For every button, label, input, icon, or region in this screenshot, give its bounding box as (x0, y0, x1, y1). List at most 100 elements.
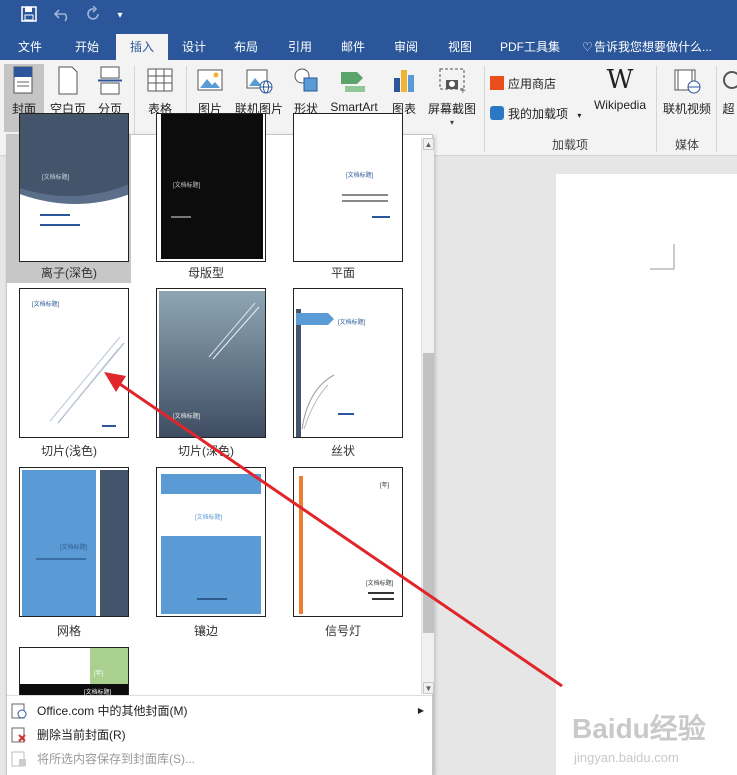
gallery-footer-menu: Office.com 中的其他封面(M) ▶ 删除当前封面(R) 将所选内容保存… (7, 695, 432, 775)
tab-review[interactable]: 审阅 (382, 34, 430, 60)
cover-thumbnail: [文档标题] (19, 288, 129, 438)
cover-caption: 信号灯 (324, 624, 361, 638)
lightbulb-icon: ♡ (582, 40, 593, 54)
tab-design[interactable]: 设计 (170, 34, 218, 60)
margin-corner-mark (650, 244, 675, 270)
cover-caption: 网格 (56, 624, 81, 638)
baidu-watermark: Baidu经验 jingyan.baidu.com (568, 700, 728, 770)
cover-item-partial[interactable]: [年] [文档标题] (7, 645, 131, 695)
tab-mailings[interactable]: 邮件 (328, 34, 378, 60)
customize-qat-icon[interactable]: ▾ (112, 6, 128, 26)
save-to-cover-gallery-item[interactable]: 将所选内容保存到封面库(S)... (7, 748, 432, 770)
wikipedia-button[interactable]: W Wikipedia (588, 64, 652, 132)
screenshot-button[interactable]: + 屏幕截图 ▾ (424, 64, 480, 132)
cover-thumbnail: [年] [文档标题] (19, 647, 129, 695)
tell-me-box[interactable]: ♡告诉我您想要做什么... (582, 34, 732, 60)
redo-icon[interactable] (82, 5, 104, 26)
more-label: 超 (722, 102, 735, 116)
undo-icon[interactable] (50, 6, 76, 26)
cover-thumbnail: [文档标题] (293, 113, 403, 262)
svg-text:+: + (460, 86, 466, 96)
cover-thumbnail-year: [年] (94, 671, 104, 677)
office-globe-icon (11, 703, 27, 719)
cover-thumbnail-title: [文档标题] (173, 183, 201, 189)
cover-page-icon (13, 66, 33, 94)
more-button[interactable]: 超 (720, 64, 737, 132)
tab-layout[interactable]: 布局 (222, 34, 270, 60)
group-label-addins: 加载项 (551, 138, 588, 152)
store-button[interactable]: 应用商店 (490, 74, 556, 94)
tab-references[interactable]: 引用 (276, 34, 324, 60)
remove-cover-icon (11, 727, 26, 743)
online-video-button[interactable]: 联机视频 (660, 64, 714, 132)
tab-file[interactable]: 文件 (8, 34, 52, 60)
office-com-more-covers-label: Office.com 中的其他封面(M) (37, 704, 188, 718)
wikipedia-label: Wikipedia (593, 98, 647, 112)
wikipedia-icon: W (606, 65, 634, 95)
cover-page-gallery: [文档标题] 离子(深色) [文档标题] 母版型 [文档标题] 平面 [文档标题… (6, 113, 434, 775)
chevron-down-icon: ▾ (577, 111, 582, 120)
chevron-down-icon: ▾ (449, 118, 454, 127)
smartart-icon (341, 72, 365, 92)
tab-pdf-tools[interactable]: PDF工具集 (490, 34, 570, 60)
cover-item-flat[interactable]: [文档标题] 平面 (281, 113, 405, 283)
group-label-media: 媒体 (674, 138, 699, 152)
watermark-brand: Baidu经验 (572, 712, 706, 744)
online-picture-icon (246, 69, 273, 94)
smartart-label: SmartArt (330, 100, 378, 114)
cover-caption: 母版型 (187, 266, 224, 280)
title-bar: ▾ (0, 0, 737, 34)
chevron-right-icon: ▶ (417, 706, 424, 715)
cover-thumbnail: [文档标题] (19, 113, 129, 262)
chart-icon (394, 70, 414, 92)
cover-thumbnail-title: [文档标题] (32, 302, 60, 308)
scrollbar-thumb[interactable] (423, 353, 434, 633)
cover-caption: 丝状 (330, 444, 355, 458)
my-addins-button[interactable]: 我的加载项 ▾ (490, 104, 581, 124)
cover-item-banded[interactable]: [文档标题] 镶边 (144, 465, 268, 640)
cover-caption: 离子(深色) (41, 266, 97, 280)
screenshot-label: 屏幕截图 (427, 102, 476, 116)
gallery-scrollbar[interactable]: ▲ ▼ (421, 138, 434, 694)
link-icon (723, 71, 737, 89)
cover-thumbnail-year: [年] (380, 483, 390, 489)
cover-caption: 切片(浅色) (41, 444, 97, 458)
online-video-icon (674, 69, 701, 94)
scroll-down-icon[interactable]: ▼ (423, 682, 434, 694)
ribbon-divider (656, 66, 657, 152)
remove-current-cover-label: 删除当前封面(R) (37, 728, 126, 742)
tab-home[interactable]: 开始 (62, 34, 112, 60)
remove-current-cover-item[interactable]: 删除当前封面(R) (7, 724, 432, 746)
cover-thumbnail-title: [文档标题] (60, 545, 88, 551)
cover-thumbnail: [文档标题] (156, 288, 266, 438)
cover-thumbnail-title: [文档标题] (338, 320, 366, 326)
save-icon[interactable] (18, 6, 40, 26)
cover-item-ion-dark[interactable]: [文档标题] 离子(深色) (7, 113, 131, 283)
cover-item-semaphore[interactable]: [年] [文档标题] 信号灯 (281, 465, 405, 640)
cover-thumbnail-title: [文档标题] (173, 414, 201, 420)
document-page[interactable] (556, 174, 737, 775)
cover-item-austin[interactable]: [文档标题] 母版型 (144, 113, 268, 283)
tab-insert[interactable]: 插入 (116, 34, 168, 60)
cover-item-slice-light[interactable]: [文档标题] 切片(浅色) (7, 286, 131, 458)
picture-icon (197, 69, 223, 91)
table-icon (147, 68, 173, 92)
cover-item-grid[interactable]: [文档标题] 网格 (7, 465, 131, 640)
cover-item-filament[interactable]: [文档标题] 丝状 (281, 286, 405, 458)
cover-thumbnail: [年] [文档标题] (293, 467, 403, 617)
store-icon (490, 76, 504, 90)
office-com-more-covers-item[interactable]: Office.com 中的其他封面(M) ▶ (7, 700, 432, 722)
ribbon-tabs: 文件 开始 插入 设计 布局 引用 邮件 审阅 视图 PDF工具集 ♡告诉我您想… (0, 34, 737, 60)
tab-view[interactable]: 视图 (436, 34, 484, 60)
save-to-cover-gallery-label: 将所选内容保存到封面库(S)... (37, 752, 195, 766)
cover-thumbnail: [文档标题] (156, 113, 266, 262)
cover-thumbnail-title: [文档标题] (366, 581, 394, 587)
scroll-up-icon[interactable]: ▲ (423, 138, 434, 150)
cover-item-slice-dark[interactable]: [文档标题] 切片(深色) (144, 286, 268, 458)
ribbon-divider (484, 66, 485, 152)
cover-thumbnail-title: [文档标题] (84, 690, 112, 695)
baidu-paw-logo: Baidu经验 jingyan.baidu.com (572, 712, 706, 765)
cover-caption: 镶边 (193, 624, 218, 638)
cover-thumbnail-title: [文档标题] (42, 175, 70, 181)
cover-thumbnail-title: [文档标题] (346, 173, 374, 179)
